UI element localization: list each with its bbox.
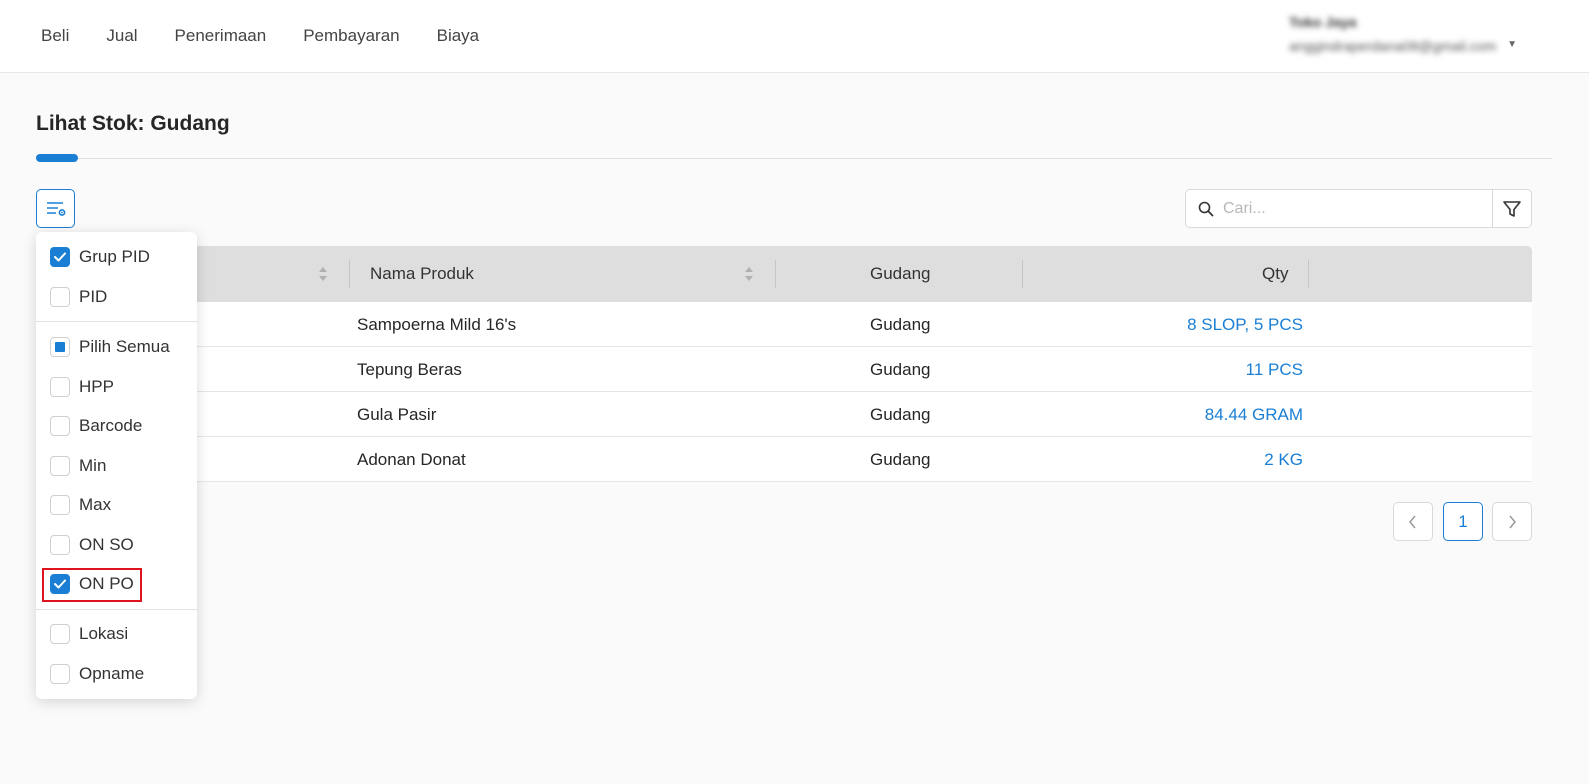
column-option-opname[interactable]: Opname <box>50 659 144 689</box>
sort-icon[interactable] <box>318 266 328 282</box>
column-settings-icon <box>46 201 65 216</box>
checkbox[interactable] <box>50 377 70 397</box>
header-qty: Qty <box>1262 264 1289 283</box>
search-box <box>1185 189 1493 228</box>
column-option-min[interactable]: Min <box>50 451 106 481</box>
checkbox[interactable] <box>50 456 70 476</box>
column-option-label: HPP <box>79 377 114 396</box>
checkbox[interactable] <box>50 535 70 555</box>
title-accent-bar <box>36 154 78 162</box>
nav-item-biaya[interactable]: Biaya <box>437 26 480 46</box>
checkbox[interactable] <box>50 247 70 267</box>
user-name: Toko Jaya <box>1289 14 1357 30</box>
table-body: Sampoerna Mild 16's Gudang 8 SLOP, 5 PCS… <box>36 302 1532 482</box>
cell-qty-link[interactable]: 84.44 GRAM <box>1003 392 1303 437</box>
page-title: Lihat Stok: Gudang <box>36 112 230 135</box>
menu-divider <box>36 321 197 322</box>
indeterminate-mark <box>55 342 65 352</box>
column-option-lokasi[interactable]: Lokasi <box>50 619 128 649</box>
header-separator <box>1022 260 1023 288</box>
pagination-page-button[interactable]: 1 <box>1443 502 1483 541</box>
cell-nama-produk: Tepung Beras <box>357 360 462 379</box>
column-option-pilih-semua[interactable]: Pilih Semua <box>50 332 170 362</box>
column-option-label: Grup PID <box>79 247 150 266</box>
table-row: Tepung Beras Gudang 11 PCS <box>36 347 1532 392</box>
cell-gudang: Gudang <box>870 450 931 469</box>
table-row: Sampoerna Mild 16's Gudang 8 SLOP, 5 PCS <box>36 302 1532 347</box>
nav-item-jual[interactable]: Jual <box>106 26 137 46</box>
highlight-box <box>42 568 142 602</box>
title-divider <box>36 158 1552 159</box>
chevron-right-icon <box>1509 515 1516 528</box>
checkbox[interactable] <box>50 416 70 436</box>
checkbox[interactable] <box>50 337 70 357</box>
menu-divider <box>36 609 197 610</box>
pagination-next-button[interactable] <box>1492 502 1532 541</box>
column-option-label: Lokasi <box>79 624 129 643</box>
chevron-left-icon <box>1409 515 1416 528</box>
column-option-label: Max <box>79 495 112 514</box>
cell-nama-produk: Adonan Donat <box>357 450 466 469</box>
pagination-prev-button[interactable] <box>1393 502 1433 541</box>
top-navbar: Beli Jual Penerimaan Pembayaran Biaya To… <box>0 0 1589 73</box>
nav-item-pembayaran[interactable]: Pembayaran <box>303 26 399 46</box>
filter-icon <box>1503 200 1521 217</box>
checkbox[interactable] <box>50 495 70 515</box>
stock-table: Nama Produk Gudang Qty Sampoerna Mild 16… <box>36 246 1532 482</box>
header-gudang: Gudang <box>870 264 931 283</box>
column-option-pid[interactable]: PID <box>50 282 107 312</box>
column-option-label: Barcode <box>79 416 143 435</box>
column-settings-button[interactable] <box>36 189 75 228</box>
cell-gudang: Gudang <box>870 315 931 334</box>
cell-gudang: Gudang <box>870 360 931 379</box>
column-option-barcode[interactable]: Barcode <box>50 411 142 441</box>
header-separator <box>775 260 776 288</box>
nav-item-penerimaan[interactable]: Penerimaan <box>175 26 267 46</box>
table-header: Nama Produk Gudang Qty <box>36 246 1532 302</box>
checkbox[interactable] <box>50 287 70 307</box>
column-option-label: Pilih Semua <box>79 337 170 356</box>
search-input[interactable] <box>1223 199 1473 218</box>
checkbox[interactable] <box>50 664 70 684</box>
cell-gudang: Gudang <box>870 405 931 424</box>
column-picker-dropdown: Grup PID PID Pilih Semua HPP Barcode Min Max ON… <box>36 232 197 699</box>
filter-button[interactable] <box>1492 189 1532 228</box>
nav-item-beli[interactable]: Beli <box>41 26 69 46</box>
check-icon <box>54 252 66 262</box>
column-option-label: Opname <box>79 664 145 683</box>
cell-qty-link[interactable]: 11 PCS <box>1003 347 1303 392</box>
user-email: anggindraperdana08@gmail.com <box>1289 38 1497 54</box>
column-option-label: PID <box>79 287 108 306</box>
table-row: Gula Pasir Gudang 84.44 GRAM <box>36 392 1532 437</box>
cell-qty-link[interactable]: 2 KG <box>1003 437 1303 482</box>
header-separator <box>1308 260 1309 288</box>
column-option-max[interactable]: Max <box>50 490 111 520</box>
column-option-hpp[interactable]: HPP <box>50 372 114 402</box>
column-option-label: ON SO <box>79 535 134 554</box>
column-option-grup-pid[interactable]: Grup PID <box>50 242 150 272</box>
header-nama-produk[interactable]: Nama Produk <box>370 246 474 302</box>
caret-down-icon[interactable]: ▼ <box>1507 39 1517 50</box>
cell-nama-produk: Sampoerna Mild 16's <box>357 315 517 334</box>
header-separator <box>349 260 350 288</box>
cell-qty-link[interactable]: 8 SLOP, 5 PCS <box>1003 302 1303 347</box>
column-option-on-so[interactable]: ON SO <box>50 530 134 560</box>
cell-nama-produk: Gula Pasir <box>357 405 437 424</box>
user-menu[interactable]: Toko Jaya anggindraperdana08@gmail.com ▼ <box>1289 12 1539 57</box>
main-nav: Beli Jual Penerimaan Pembayaran Biaya <box>41 0 516 72</box>
column-option-label: Min <box>79 456 107 475</box>
checkbox[interactable] <box>50 624 70 644</box>
search-icon <box>1198 201 1214 216</box>
table-row: Adonan Donat Gudang 2 KG <box>36 437 1532 482</box>
sort-icon[interactable] <box>744 266 754 282</box>
